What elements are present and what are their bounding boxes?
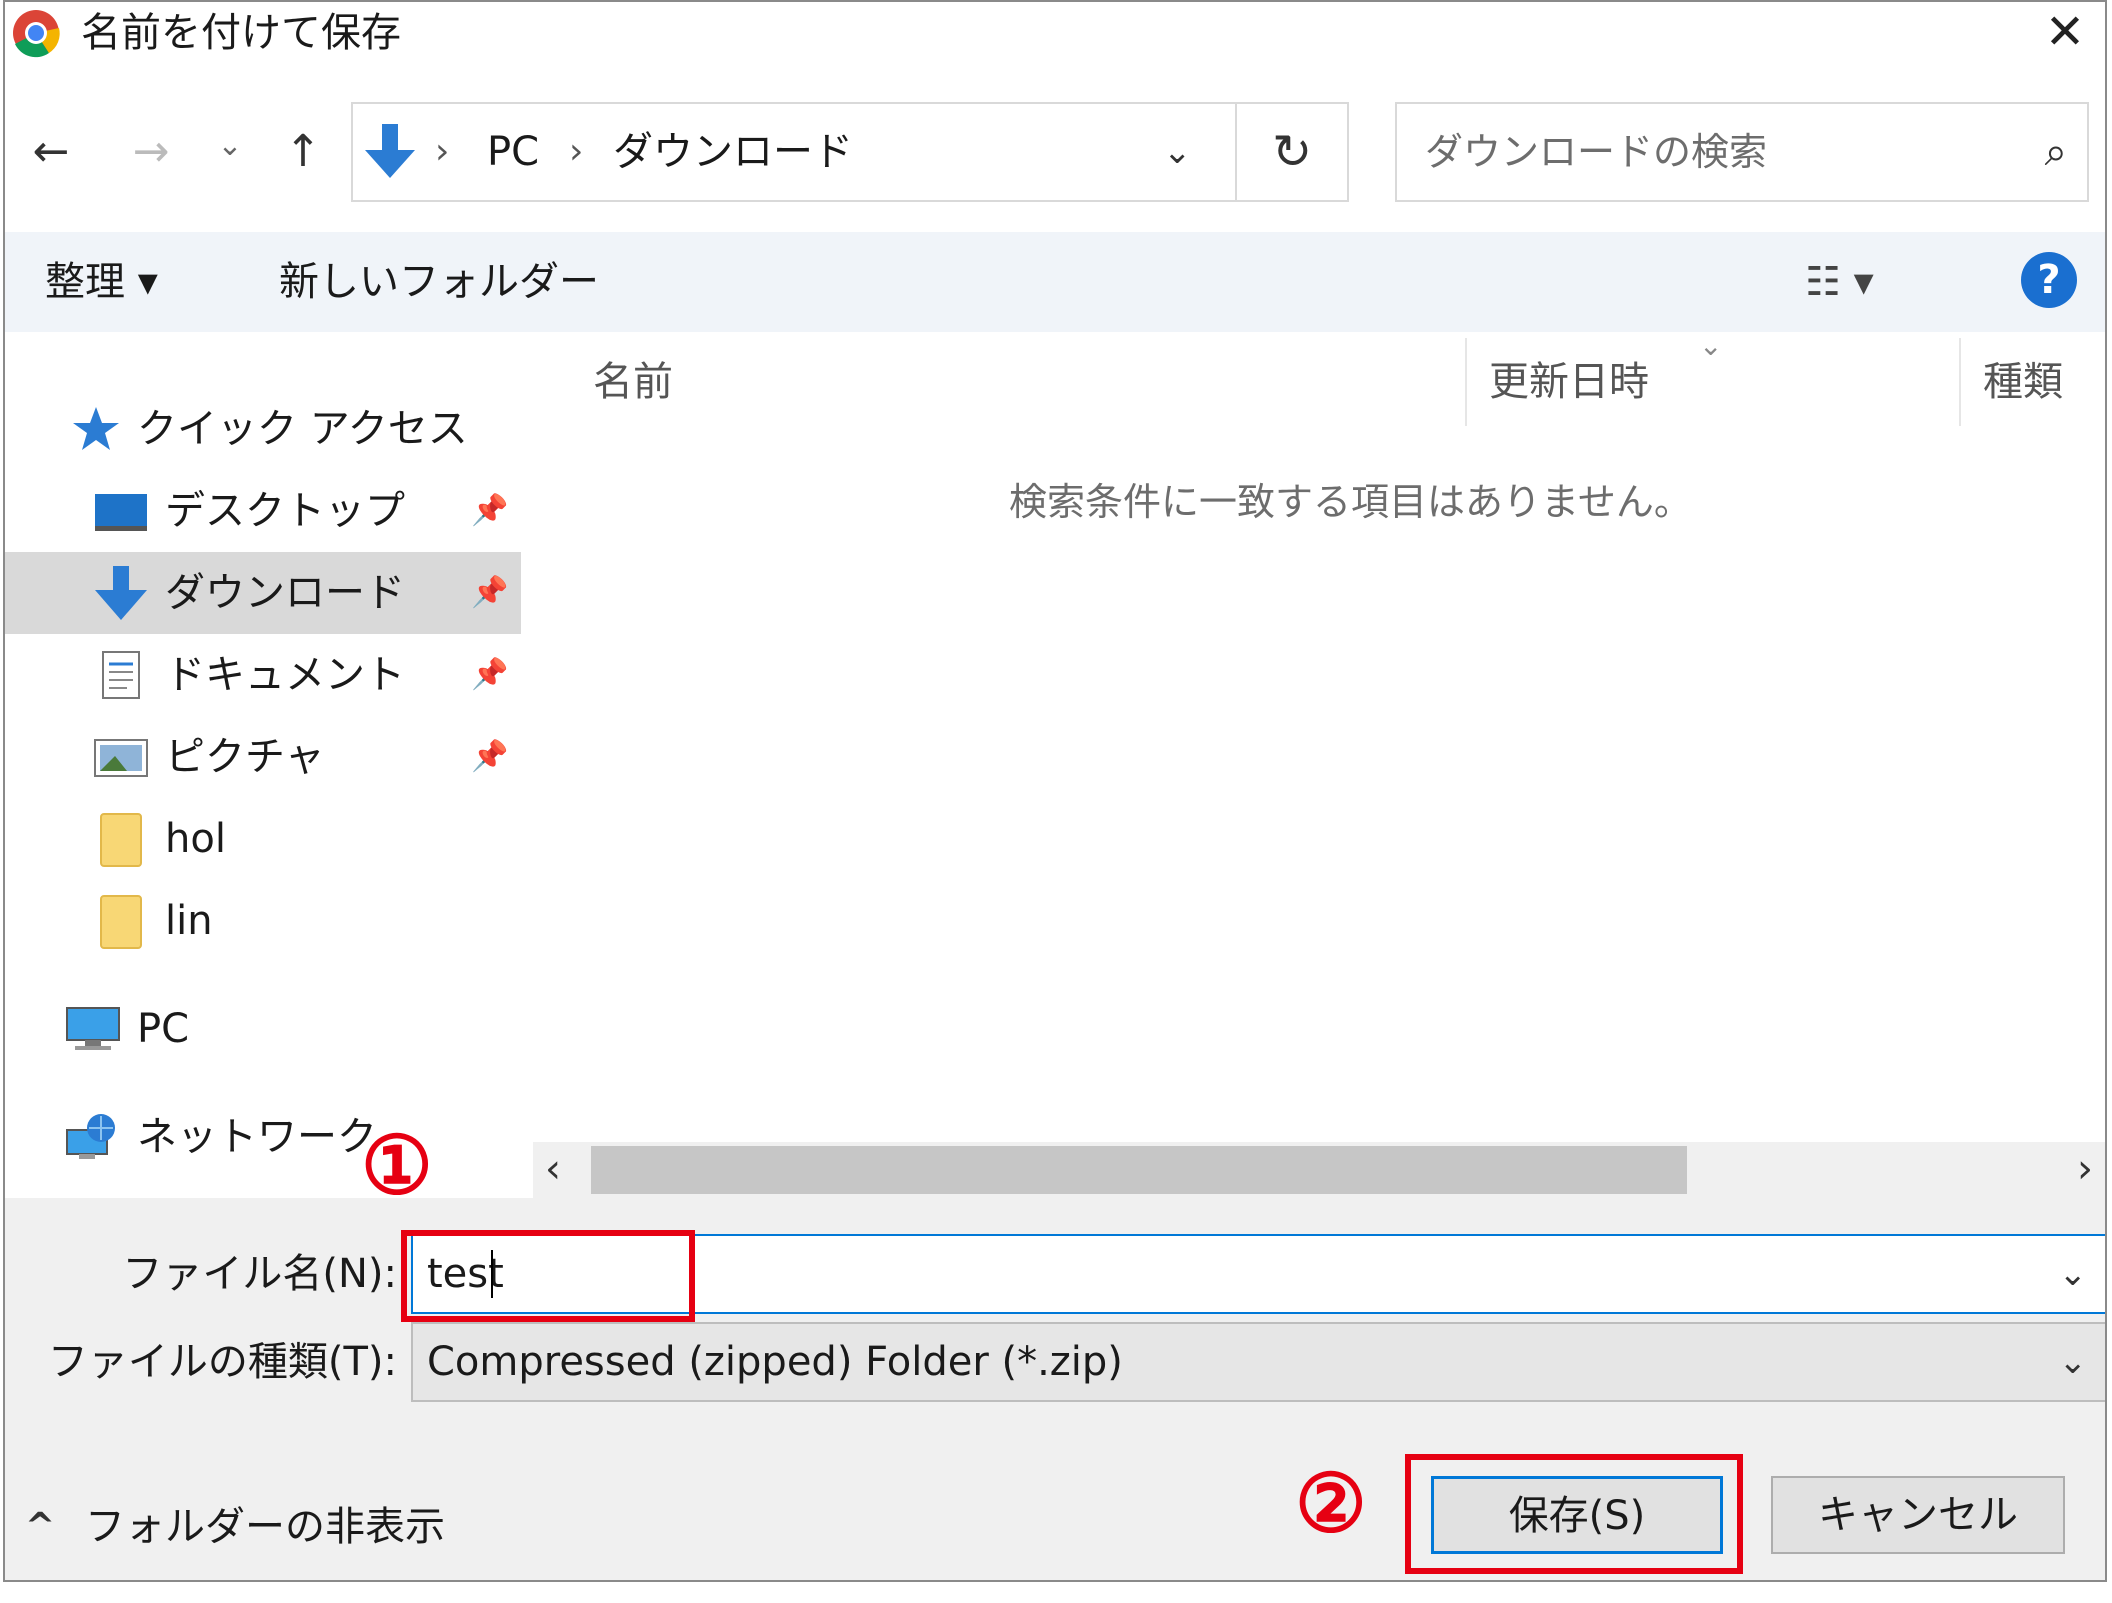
sidebar-item-pictures[interactable]: ピクチャ 📌 <box>5 716 521 798</box>
sidebar-item-network[interactable]: ネットワーク <box>5 1096 521 1178</box>
filename-dropdown-button[interactable]: ⌄ <box>2059 1236 2088 1312</box>
download-icon <box>95 566 147 620</box>
forward-button[interactable]: → <box>121 122 181 182</box>
pc-icon <box>66 1007 120 1050</box>
chevron-up-icon: ^ <box>25 1506 56 1547</box>
column-header-modified[interactable]: 更新日時 <box>1489 332 1649 432</box>
pin-icon[interactable]: 📌 <box>471 634 508 716</box>
search-icon[interactable]: ⌕ <box>2045 104 2067 200</box>
column-header-type[interactable]: 種類 <box>1983 332 2063 432</box>
navigation-pane: クイック アクセス デスクトップ 📌 ダウンロード 📌 ドキュメント 📌 ピクチ… <box>5 332 521 1198</box>
scrollbar-thumb[interactable] <box>591 1146 1687 1194</box>
up-button[interactable]: ↑ <box>273 122 333 182</box>
filetype-select[interactable]: Compressed (zipped) Folder (*.zip) ⌄ <box>411 1322 2105 1402</box>
scroll-left-button[interactable]: ‹ <box>545 1142 561 1196</box>
sidebar-item-quick-access[interactable]: クイック アクセス <box>5 388 521 470</box>
toolbar: 整理 ▾ 新しいフォルダー ☷ ▾ <box>5 232 2105 332</box>
sort-indicator-icon: ⌄ <box>1699 329 1723 362</box>
document-icon <box>102 651 140 699</box>
title-bar: 名前を付けて保存 ✕ <box>5 2 2105 64</box>
horizontal-scrollbar[interactable]: ‹ › <box>533 1142 2105 1198</box>
download-arrow-icon <box>365 124 415 178</box>
sidebar-item-downloads[interactable]: ダウンロード 📌 <box>5 552 521 634</box>
sidebar-item-label: クイック アクセス <box>137 406 468 452</box>
annotation-box-filename <box>401 1230 695 1322</box>
pin-icon[interactable]: 📌 <box>471 552 508 634</box>
filetype-value: Compressed (zipped) Folder (*.zip) <box>427 1339 1123 1385</box>
column-separator[interactable] <box>1959 338 1961 426</box>
sidebar-item-documents[interactable]: ドキュメント 📌 <box>5 634 521 716</box>
annotation-step-2: ② <box>1295 1456 1367 1550</box>
new-folder-button[interactable]: 新しいフォルダー <box>279 232 599 332</box>
back-button[interactable]: ← <box>21 122 81 182</box>
column-header-name[interactable]: 名前 <box>593 332 673 432</box>
pin-icon[interactable]: 📌 <box>471 470 508 552</box>
sidebar-item-desktop[interactable]: デスクトップ 📌 <box>5 470 521 552</box>
refresh-button[interactable]: ↻ <box>1237 102 1349 202</box>
address-bar[interactable]: › PC › ダウンロード ⌄ <box>351 102 1237 202</box>
sidebar-item-hol[interactable]: hol <box>5 798 521 880</box>
sidebar-item-label: ダウンロード <box>165 570 405 616</box>
breadcrumb-downloads[interactable]: ダウンロード <box>613 104 853 200</box>
file-list-pane: 名前 更新日時 ⌄ 種類 検索条件に一致する項目はありません。 <box>521 329 2105 1198</box>
save-as-dialog: 名前を付けて保存 ✕ ← → ⌄ ↑ › PC › ダウンロード ⌄ ↻ ダウン… <box>3 0 2107 1582</box>
view-options-button[interactable]: ☷ ▾ <box>1805 232 1874 332</box>
sidebar-item-lin[interactable]: lin <box>5 880 521 962</box>
breadcrumb-separator: › <box>569 131 584 172</box>
desktop-icon <box>95 494 147 531</box>
address-dropdown-button[interactable]: ⌄ <box>1163 104 1192 200</box>
sidebar-item-label: ネットワーク <box>137 1114 377 1160</box>
search-input-placeholder[interactable]: ダウンロードの検索 <box>1425 104 1767 200</box>
picture-icon <box>94 739 148 777</box>
hide-folders-label: フォルダーの非表示 <box>85 1504 445 1550</box>
sidebar-item-label: デスクトップ <box>165 488 405 534</box>
breadcrumb-separator: › <box>435 131 450 172</box>
sidebar-item-label: ドキュメント <box>165 652 405 698</box>
chrome-icon <box>13 10 60 58</box>
sidebar-item-label: PC <box>137 1006 190 1052</box>
sidebar-item-pc[interactable]: PC <box>5 988 521 1070</box>
help-icon[interactable]: ? <box>2021 252 2077 308</box>
sidebar-item-label: lin <box>165 898 213 944</box>
annotation-step-1: ① <box>361 1118 433 1212</box>
scroll-right-button[interactable]: › <box>2077 1142 2093 1196</box>
empty-folder-message: 検索条件に一致する項目はありません。 <box>1009 480 1692 524</box>
filetype-dropdown-button[interactable]: ⌄ <box>2059 1324 2088 1400</box>
pin-icon[interactable]: 📌 <box>471 716 508 798</box>
cancel-button[interactable]: キャンセル <box>1771 1476 2065 1554</box>
star-icon <box>73 407 119 450</box>
search-box[interactable]: ダウンロードの検索 ⌕ <box>1395 102 2089 202</box>
filename-label: ファイル名(N): <box>122 1251 397 1297</box>
sidebar-item-label: hol <box>165 816 226 862</box>
folder-icon <box>100 895 142 949</box>
organize-menu-button[interactable]: 整理 ▾ <box>45 232 158 332</box>
network-icon <box>66 1114 115 1159</box>
recent-locations-button[interactable]: ⌄ <box>205 116 255 176</box>
breadcrumb-pc[interactable]: PC <box>487 104 539 200</box>
annotation-box-save <box>1405 1454 1743 1574</box>
dialog-title: 名前を付けて保存 <box>81 10 401 56</box>
sidebar-item-label: ピクチャ <box>165 734 325 780</box>
filetype-label: ファイルの種類(T): <box>47 1339 397 1385</box>
folder-icon <box>100 813 142 867</box>
close-button[interactable]: ✕ <box>2035 2 2095 62</box>
column-separator[interactable] <box>1465 338 1467 426</box>
